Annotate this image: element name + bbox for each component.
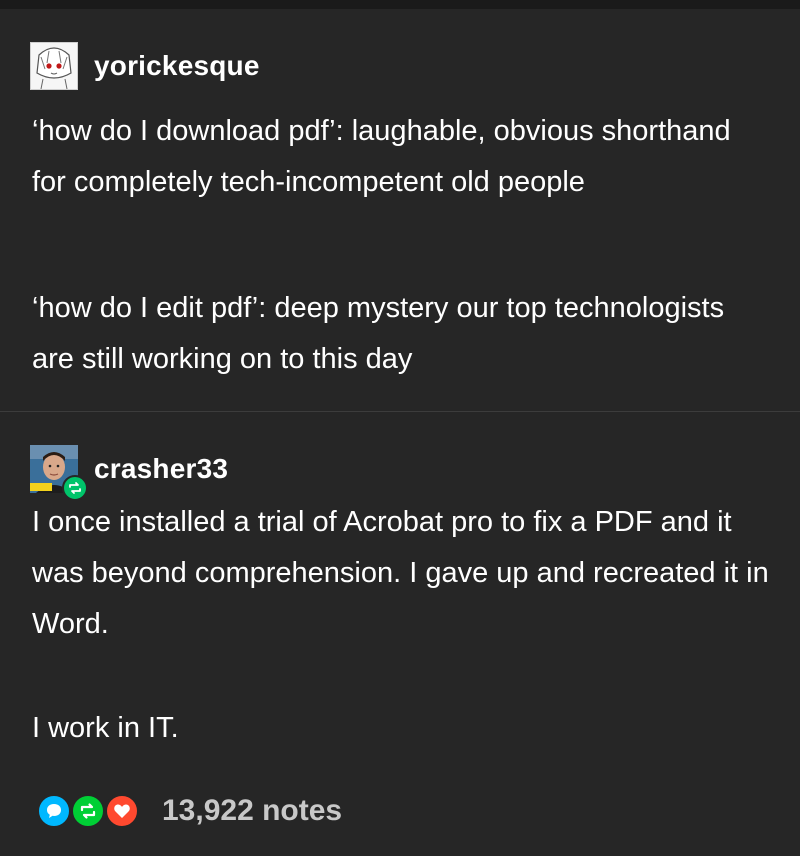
post-paragraph: I once installed a trial of Acrobat pro … — [32, 506, 769, 640]
note-icons — [36, 793, 140, 829]
post-paragraph: ‘how do I download pdf’: laughable, obvi… — [32, 115, 731, 198]
post-header: yorickesque — [30, 42, 260, 90]
avatar[interactable] — [30, 445, 88, 501]
username[interactable]: yorickesque — [94, 50, 260, 82]
reblog-icon — [70, 793, 106, 829]
notes-row[interactable]: 13,922 notes — [36, 793, 342, 829]
post-paragraph: ‘how do I edit pdf’: deep mystery our to… — [32, 292, 725, 375]
notes-count[interactable]: 13,922 notes — [162, 794, 342, 828]
reply-icon — [36, 793, 72, 829]
like-icon — [104, 793, 140, 829]
post-header: crasher33 — [30, 445, 228, 501]
avatar[interactable] — [30, 42, 78, 90]
post-crasher33: crasher33 I once installed a trial of Ac… — [0, 412, 800, 856]
post-paragraph: I work in IT. — [32, 712, 179, 744]
anime-avatar-icon — [31, 43, 77, 90]
post-yorickesque: yorickesque ‘how do I download pdf’: lau… — [0, 9, 800, 411]
username[interactable]: crasher33 — [94, 453, 228, 485]
top-edge — [0, 0, 800, 9]
